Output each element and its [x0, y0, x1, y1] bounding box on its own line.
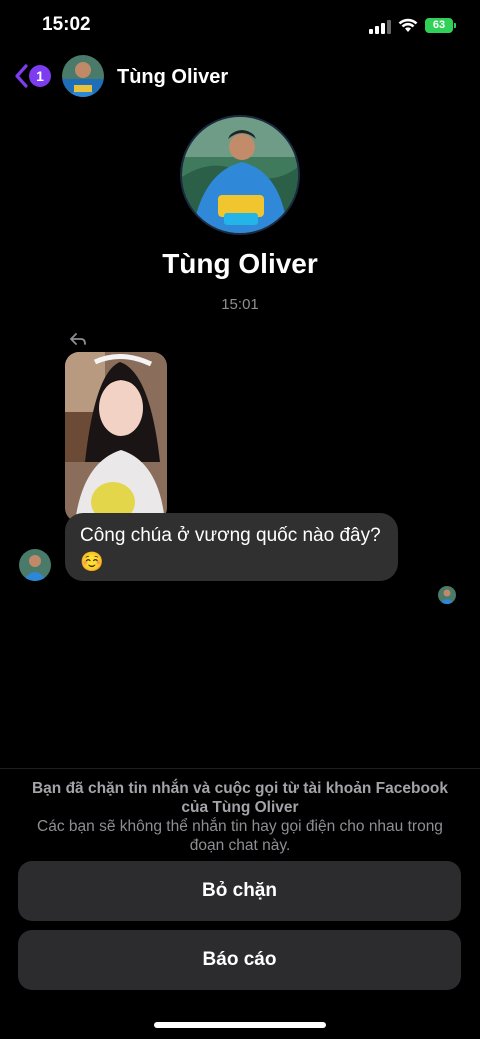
blocked-notice-title: Bạn đã chặn tin nhắn và cuộc gọi từ tài … — [31, 780, 448, 816]
battery-nub — [454, 23, 456, 28]
battery-icon: 63 — [425, 18, 453, 33]
cellular-signal-icon — [369, 20, 391, 34]
blocked-notice-note: Các bạn sẽ không thể nhắn tin hay gọi đi… — [37, 818, 443, 854]
wifi-icon — [398, 18, 418, 32]
message-text: Công chúa ở vương quốc nào đây? ☺️ — [80, 525, 381, 573]
unblock-button[interactable]: Bỏ chặn — [18, 861, 461, 921]
contact-avatar[interactable] — [62, 55, 104, 97]
reply-icon[interactable] — [70, 332, 86, 346]
profile-avatar[interactable] — [182, 117, 298, 233]
unread-badge[interactable]: 1 — [29, 65, 51, 87]
message-timestamp: 15:01 — [221, 296, 259, 313]
profile-name: Tùng Oliver — [162, 248, 318, 279]
shared-photo[interactable] — [65, 352, 167, 522]
divider — [0, 768, 480, 769]
contact-name[interactable]: Tùng Oliver — [117, 66, 228, 89]
sender-avatar[interactable] — [19, 549, 51, 581]
status-time: 15:02 — [42, 14, 91, 35]
seen-receipt-avatar — [438, 586, 456, 604]
report-button[interactable]: Báo cáo — [18, 930, 461, 990]
home-indicator[interactable] — [154, 1022, 326, 1028]
